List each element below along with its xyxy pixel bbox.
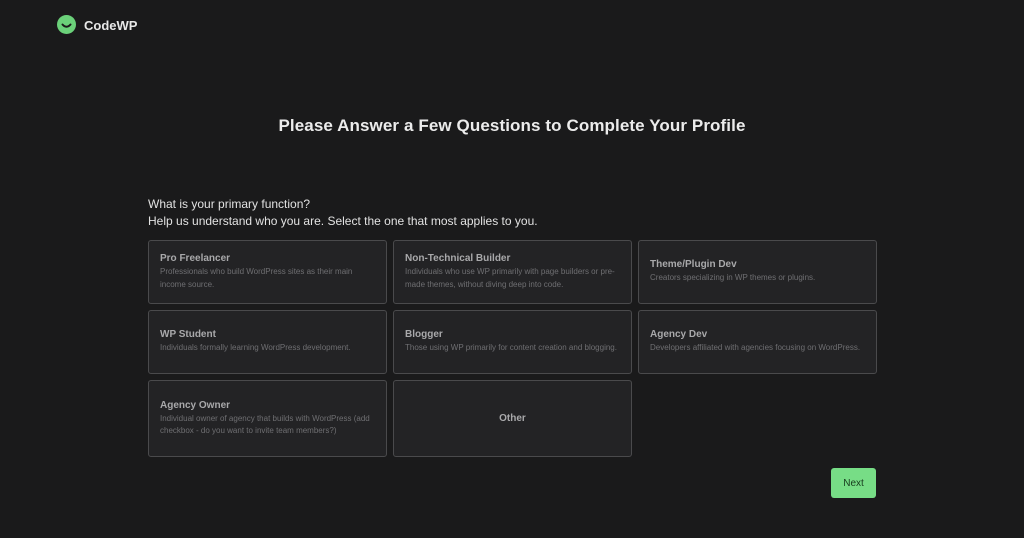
smile-icon (57, 15, 76, 34)
option-title: WP Student (160, 329, 216, 341)
option-title: Pro Freelancer (160, 253, 231, 264)
option-agency-dev[interactable]: Agency Dev Developers affiliated with ag… (638, 310, 877, 374)
option-other[interactable]: Other (393, 380, 632, 457)
question-label: What is your primary function? (148, 197, 311, 211)
option-agency-owner[interactable]: Agency Owner Individual owner of agency … (148, 380, 387, 457)
option-title: Non-Technical Builder (405, 253, 511, 264)
question-helper: Help us understand who you are. Select t… (148, 214, 538, 228)
option-description: Individual owner of agency that builds w… (160, 413, 370, 436)
option-description: Those using WP primarily for content cre… (405, 343, 617, 353)
question-block: What is your primary function? Help us u… (148, 196, 538, 230)
option-title: Agency Dev (650, 329, 708, 341)
option-description: Professionals who build WordPress sites … (160, 267, 353, 289)
next-button[interactable]: Next (831, 468, 876, 498)
option-title: Agency Owner (160, 399, 231, 411)
option-description: Individuals who use WP primarily with pa… (405, 267, 615, 289)
page-title: Please Answer a Few Questions to Complet… (278, 116, 746, 135)
option-title: Blogger (405, 329, 443, 341)
brand-name: CodeWP (84, 17, 138, 33)
option-description: Developers affiliated with agencies focu… (650, 343, 861, 353)
options-grid: Pro Freelancer Professionals who build W… (148, 240, 877, 457)
option-description: Individuals formally learning WordPress … (160, 343, 351, 353)
option-blogger[interactable]: Blogger Those using WP primarily for con… (393, 310, 632, 374)
option-description: Creators specializing in WP themes or pl… (650, 273, 816, 283)
option-wp-student[interactable]: WP Student Individuals formally learning… (148, 310, 387, 374)
option-pro-freelancer[interactable]: Pro Freelancer Professionals who build W… (148, 240, 387, 304)
option-theme-plugin-dev[interactable]: Theme/Plugin Dev Creators specializing i… (638, 240, 877, 304)
option-title: Other (499, 413, 526, 424)
option-non-technical-builder[interactable]: Non-Technical Builder Individuals who us… (393, 240, 632, 304)
brand-logo[interactable]: CodeWP (57, 15, 137, 34)
option-title: Theme/Plugin Dev (650, 259, 737, 271)
